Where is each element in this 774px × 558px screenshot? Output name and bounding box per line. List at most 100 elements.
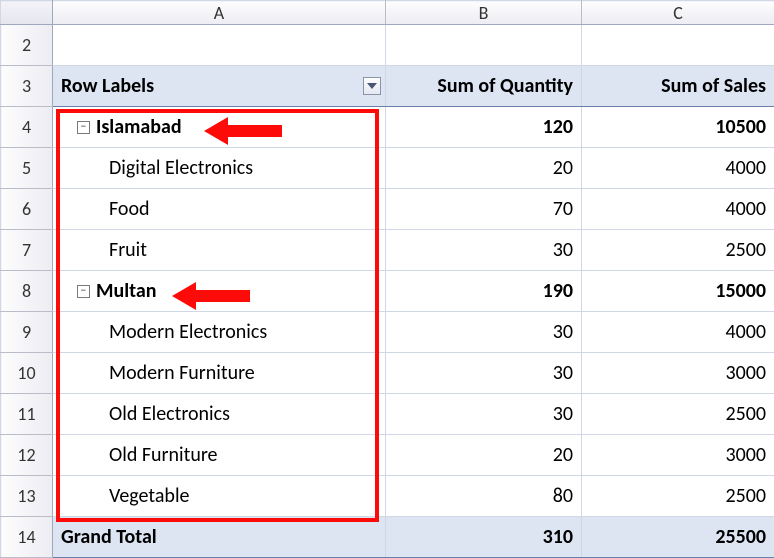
cell-B5[interactable]: 20 <box>386 148 582 189</box>
row-header-13[interactable]: 13 <box>1 476 53 517</box>
group-qty: 120 <box>386 107 581 147</box>
item-sales: 4000 <box>582 189 774 229</box>
cell-C3-sum-sales[interactable]: Sum of Sales <box>582 66 774 107</box>
item-name: Old Electronics <box>53 394 385 434</box>
cell-A14-grand-total[interactable]: Grand Total <box>53 517 386 558</box>
cell-A4-group[interactable]: − Islamabad <box>53 107 386 148</box>
item-qty: 20 <box>386 148 581 188</box>
cell-C12[interactable]: 3000 <box>582 435 774 476</box>
cell-C7[interactable]: 2500 <box>582 230 774 271</box>
row-9: 9 Modern Electronics 30 4000 <box>1 312 774 353</box>
cell-B6[interactable]: 70 <box>386 189 582 230</box>
item-name: Old Furniture <box>53 435 385 475</box>
item-name: Fruit <box>53 230 385 270</box>
cell-C9[interactable]: 4000 <box>582 312 774 353</box>
cell-C13[interactable]: 2500 <box>582 476 774 517</box>
item-qty: 70 <box>386 189 581 229</box>
item-sales: 4000 <box>582 148 774 188</box>
row-6: 6 Food 70 4000 <box>1 189 774 230</box>
cell-C10[interactable]: 3000 <box>582 353 774 394</box>
row-5: 5 Digital Electronics 20 4000 <box>1 148 774 189</box>
col-header-A[interactable]: A <box>53 1 386 25</box>
cell-B11[interactable]: 30 <box>386 394 582 435</box>
row-header-7[interactable]: 7 <box>1 230 53 271</box>
cell-C11[interactable]: 2500 <box>582 394 774 435</box>
group-sales: 15000 <box>582 271 774 311</box>
cell-C8[interactable]: 15000 <box>582 271 774 312</box>
cell-B4[interactable]: 120 <box>386 107 582 148</box>
item-name: Food <box>53 189 385 229</box>
row-header-9[interactable]: 9 <box>1 312 53 353</box>
cell-C4[interactable]: 10500 <box>582 107 774 148</box>
select-all-corner[interactable] <box>1 1 53 25</box>
item-qty: 20 <box>386 435 581 475</box>
cell-A3-row-labels[interactable]: Row Labels <box>53 66 386 107</box>
cell-B13[interactable]: 80 <box>386 476 582 517</box>
cell-C6[interactable]: 4000 <box>582 189 774 230</box>
row-header-2[interactable]: 2 <box>1 25 53 66</box>
cell-A2[interactable] <box>53 25 386 66</box>
item-name: Vegetable <box>53 476 385 516</box>
cell-B10[interactable]: 30 <box>386 353 582 394</box>
cell-B3-sum-qty[interactable]: Sum of Quantity <box>386 66 582 107</box>
cell-B8[interactable]: 190 <box>386 271 582 312</box>
item-name: Digital Electronics <box>53 148 385 188</box>
row-7: 7 Fruit 30 2500 <box>1 230 774 271</box>
cell-A11[interactable]: Old Electronics <box>53 394 386 435</box>
row-labels-filter-button[interactable] <box>363 77 381 95</box>
item-qty: 30 <box>386 353 581 393</box>
row-11: 11 Old Electronics 30 2500 <box>1 394 774 435</box>
cell-C2[interactable] <box>582 25 774 66</box>
cell-B12[interactable]: 20 <box>386 435 582 476</box>
spreadsheet-view: A B C 2 3 Row Labels Sum of Quantity Sum… <box>0 0 774 557</box>
row-10: 10 Modern Furniture 30 3000 <box>1 353 774 394</box>
cell-A9[interactable]: Modern Electronics <box>53 312 386 353</box>
cell-B14[interactable]: 310 <box>386 517 582 558</box>
item-sales: 2500 <box>582 394 774 434</box>
cell-A13[interactable]: Vegetable <box>53 476 386 517</box>
cell-C14[interactable]: 25500 <box>582 517 774 558</box>
grand-total-qty: 310 <box>386 517 581 557</box>
column-header-row: A B C <box>1 1 774 25</box>
chevron-down-icon <box>367 83 377 89</box>
row-header-14[interactable]: 14 <box>1 517 53 558</box>
cell-A12[interactable]: Old Furniture <box>53 435 386 476</box>
cell-A7[interactable]: Fruit <box>53 230 386 271</box>
collapse-toggle-islamabad[interactable]: − <box>77 121 90 134</box>
item-sales: 4000 <box>582 312 774 352</box>
item-sales: 2500 <box>582 476 774 516</box>
collapse-toggle-multan[interactable]: − <box>77 285 90 298</box>
cell-A10[interactable]: Modern Furniture <box>53 353 386 394</box>
cell-C5[interactable]: 4000 <box>582 148 774 189</box>
row-header-6[interactable]: 6 <box>1 189 53 230</box>
row-8: 8 − Multan 190 15000 <box>1 271 774 312</box>
row-2: 2 <box>1 25 774 66</box>
item-name: Modern Electronics <box>53 312 385 352</box>
row-header-5[interactable]: 5 <box>1 148 53 189</box>
row-header-10[interactable]: 10 <box>1 353 53 394</box>
row-header-4[interactable]: 4 <box>1 107 53 148</box>
group-qty: 190 <box>386 271 581 311</box>
item-qty: 80 <box>386 476 581 516</box>
row-12: 12 Old Furniture 20 3000 <box>1 435 774 476</box>
col-header-B[interactable]: B <box>386 1 582 25</box>
cell-B7[interactable]: 30 <box>386 230 582 271</box>
item-qty: 30 <box>386 394 581 434</box>
row-header-11[interactable]: 11 <box>1 394 53 435</box>
sum-qty-header: Sum of Quantity <box>437 74 573 98</box>
cell-B2[interactable] <box>386 25 582 66</box>
row-header-12[interactable]: 12 <box>1 435 53 476</box>
item-sales: 3000 <box>582 353 774 393</box>
row-4: 4 − Islamabad 120 10500 <box>1 107 774 148</box>
row-labels-text: Row Labels <box>61 74 154 98</box>
cell-A6[interactable]: Food <box>53 189 386 230</box>
pivot-table-grid: A B C 2 3 Row Labels Sum of Quantity Sum… <box>0 0 774 558</box>
row-header-8[interactable]: 8 <box>1 271 53 312</box>
cell-B9[interactable]: 30 <box>386 312 582 353</box>
row-header-3[interactable]: 3 <box>1 66 53 107</box>
cell-A5[interactable]: Digital Electronics <box>53 148 386 189</box>
item-qty: 30 <box>386 312 581 352</box>
cell-A8-group[interactable]: − Multan <box>53 271 386 312</box>
col-header-C[interactable]: C <box>582 1 774 25</box>
group-sales: 10500 <box>582 107 774 147</box>
